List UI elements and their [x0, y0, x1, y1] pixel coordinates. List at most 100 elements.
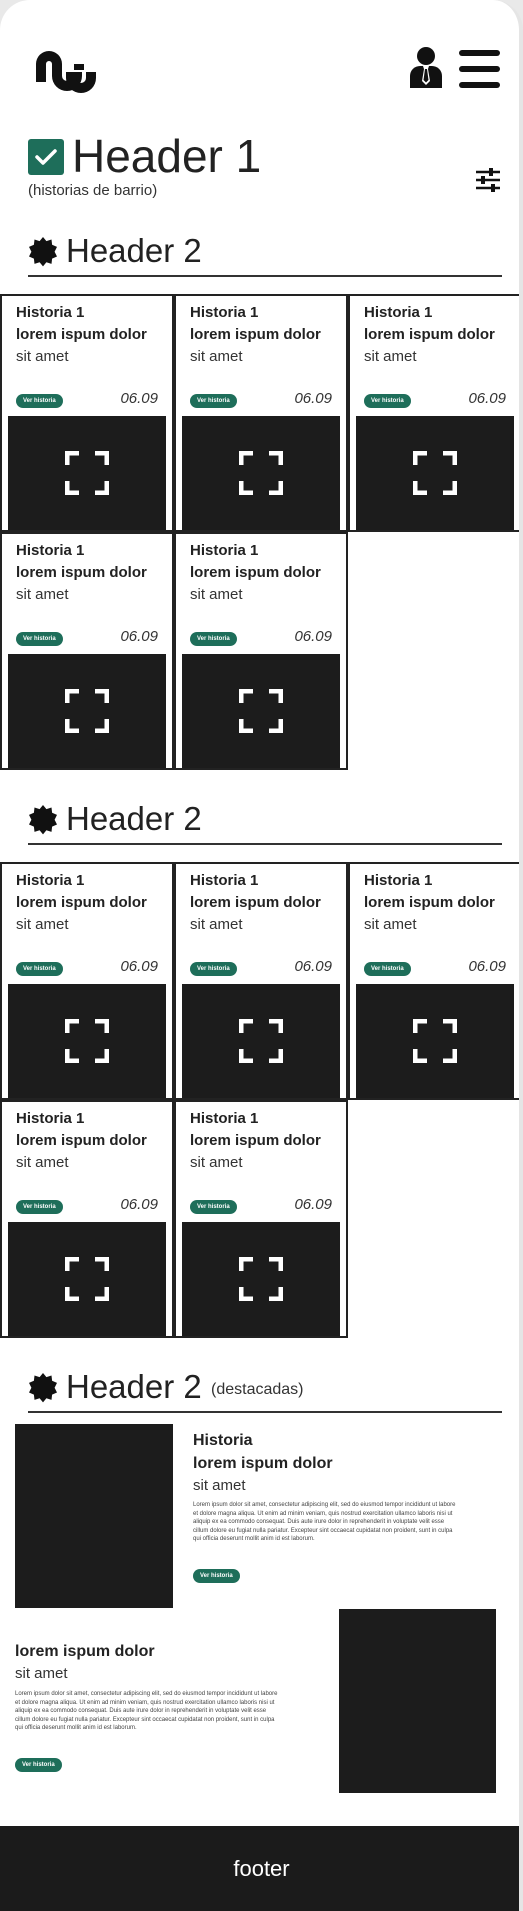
view-story-button[interactable]: Ver historia: [16, 632, 63, 646]
section-header: Header 2: [28, 231, 502, 277]
footer-label: footer: [233, 1856, 290, 1881]
expand-icon[interactable]: [239, 451, 283, 495]
page-header: Header 1 (historias de barrio): [28, 130, 498, 204]
story-subtitle: lorem ispum dolor: [364, 326, 495, 343]
story-date: 06.09: [294, 390, 332, 407]
story-text: sit amet: [190, 916, 243, 933]
expand-icon[interactable]: [65, 1257, 109, 1301]
view-story-button[interactable]: Ver historia: [190, 1200, 237, 1214]
user-icon[interactable]: [408, 46, 444, 88]
expand-icon[interactable]: [65, 1019, 109, 1063]
expand-icon[interactable]: [413, 451, 457, 495]
badge-icon: [29, 237, 57, 267]
story-card[interactable]: Historia 1 lorem ispum dolor sit amet Ve…: [174, 532, 348, 770]
featured-image[interactable]: [15, 1424, 173, 1608]
footer: footer: [0, 1826, 519, 1911]
view-story-button[interactable]: Ver historia: [190, 962, 237, 976]
story-date: 06.09: [120, 958, 158, 975]
story-title: Historia 1: [16, 542, 85, 559]
story-image[interactable]: [182, 1222, 340, 1336]
section-title: Header 2: [66, 800, 202, 837]
story-title: Historia 1: [190, 1110, 259, 1127]
page: Header 1 (historias de barrio) Header 2 …: [0, 0, 523, 1911]
story-date: 06.09: [294, 1196, 332, 1213]
story-subtitle: lorem ispum dolor: [16, 894, 147, 911]
story-card[interactable]: Historia 1 lorem ispum dolor sit amet Ve…: [348, 294, 519, 532]
story-image[interactable]: [8, 1222, 166, 1336]
story-date: 06.09: [120, 390, 158, 407]
story-title: Historia 1: [16, 304, 85, 321]
story-date: 06.09: [120, 628, 158, 645]
story-text: sit amet: [16, 348, 69, 365]
view-story-button[interactable]: Ver historia: [364, 394, 411, 408]
top-bar: [0, 0, 519, 120]
story-image[interactable]: [182, 654, 340, 768]
view-story-button[interactable]: Ver historia: [190, 394, 237, 408]
featured-image[interactable]: [339, 1609, 496, 1793]
section-note: (destacadas): [211, 1381, 304, 1398]
section-title: Header 2: [66, 1368, 202, 1405]
badge-icon: [29, 1373, 57, 1403]
story-text: sit amet: [190, 348, 243, 365]
story-card[interactable]: Historia 1 lorem ispum dolor sit amet Ve…: [0, 294, 174, 532]
story-text: sit amet: [16, 1154, 69, 1171]
featured-body: Lorem ipsum dolor sit amet, consectetur …: [15, 1691, 278, 1732]
view-story-button[interactable]: Ver historia: [16, 394, 63, 408]
story-image[interactable]: [8, 654, 166, 768]
story-title: Historia 1: [16, 1110, 85, 1127]
story-date: 06.09: [120, 1196, 158, 1213]
story-card[interactable]: Historia 1 lorem ispum dolor sit amet Ve…: [0, 532, 174, 770]
expand-icon[interactable]: [239, 1257, 283, 1301]
view-story-button[interactable]: Ver historia: [16, 962, 63, 976]
story-title: Historia 1: [190, 872, 259, 889]
view-story-button[interactable]: Ver historia: [193, 1569, 240, 1583]
story-card[interactable]: Historia 1 lorem ispum dolor sit amet Ve…: [174, 294, 348, 532]
stumbleupon-logo-icon[interactable]: [30, 42, 100, 98]
story-card[interactable]: Historia 1 lorem ispum dolor sit amet Ve…: [0, 862, 174, 1100]
story-image[interactable]: [356, 984, 514, 1098]
checkbox-icon[interactable]: [28, 139, 64, 175]
view-story-button[interactable]: Ver historia: [364, 962, 411, 976]
story-card[interactable]: Historia 1 lorem ispum dolor sit amet Ve…: [174, 1100, 348, 1338]
story-text: sit amet: [190, 1154, 243, 1171]
featured-text: sit amet: [15, 1665, 68, 1682]
story-title: Historia 1: [190, 304, 259, 321]
story-image[interactable]: [182, 416, 340, 530]
featured-section-header: Header 2 (destacadas): [28, 1367, 502, 1413]
story-image[interactable]: [8, 416, 166, 530]
story-date: 06.09: [294, 958, 332, 975]
story-image[interactable]: [356, 416, 514, 530]
story-image[interactable]: [8, 984, 166, 1098]
featured-body: Lorem ipsum dolor sit amet, consectetur …: [193, 1502, 456, 1543]
story-subtitle: lorem ispum dolor: [190, 564, 321, 581]
story-subtitle: lorem ispum dolor: [16, 326, 147, 343]
story-text: sit amet: [364, 916, 417, 933]
expand-icon[interactable]: [239, 689, 283, 733]
page-title: Header 1: [72, 130, 262, 182]
section-header: Header 2: [28, 799, 502, 845]
view-story-button[interactable]: Ver historia: [190, 632, 237, 646]
story-card[interactable]: Historia 1 lorem ispum dolor sit amet Ve…: [348, 862, 519, 1100]
story-card[interactable]: Historia 1 lorem ispum dolor sit amet Ve…: [0, 1100, 174, 1338]
expand-icon[interactable]: [413, 1019, 457, 1063]
expand-icon[interactable]: [239, 1019, 283, 1063]
view-story-button[interactable]: Ver historia: [15, 1758, 62, 1772]
story-date: 06.09: [294, 628, 332, 645]
story-subtitle: lorem ispum dolor: [16, 1132, 147, 1149]
story-text: sit amet: [16, 916, 69, 933]
story-image[interactable]: [182, 984, 340, 1098]
featured-subtitle: lorem ispum dolor: [193, 1455, 333, 1472]
expand-icon[interactable]: [65, 689, 109, 733]
hamburger-menu-icon[interactable]: [459, 50, 500, 88]
expand-icon[interactable]: [65, 451, 109, 495]
featured-title: Historia: [193, 1432, 253, 1449]
filter-sliders-icon[interactable]: [474, 166, 502, 194]
story-text: sit amet: [364, 348, 417, 365]
view-story-button[interactable]: Ver historia: [16, 1200, 63, 1214]
story-subtitle: lorem ispum dolor: [190, 1132, 321, 1149]
page-subtitle: (historias de barrio): [28, 182, 158, 199]
story-date: 06.09: [468, 390, 506, 407]
story-subtitle: lorem ispum dolor: [364, 894, 495, 911]
story-title: Historia 1: [364, 872, 433, 889]
story-card[interactable]: Historia 1 lorem ispum dolor sit amet Ve…: [174, 862, 348, 1100]
